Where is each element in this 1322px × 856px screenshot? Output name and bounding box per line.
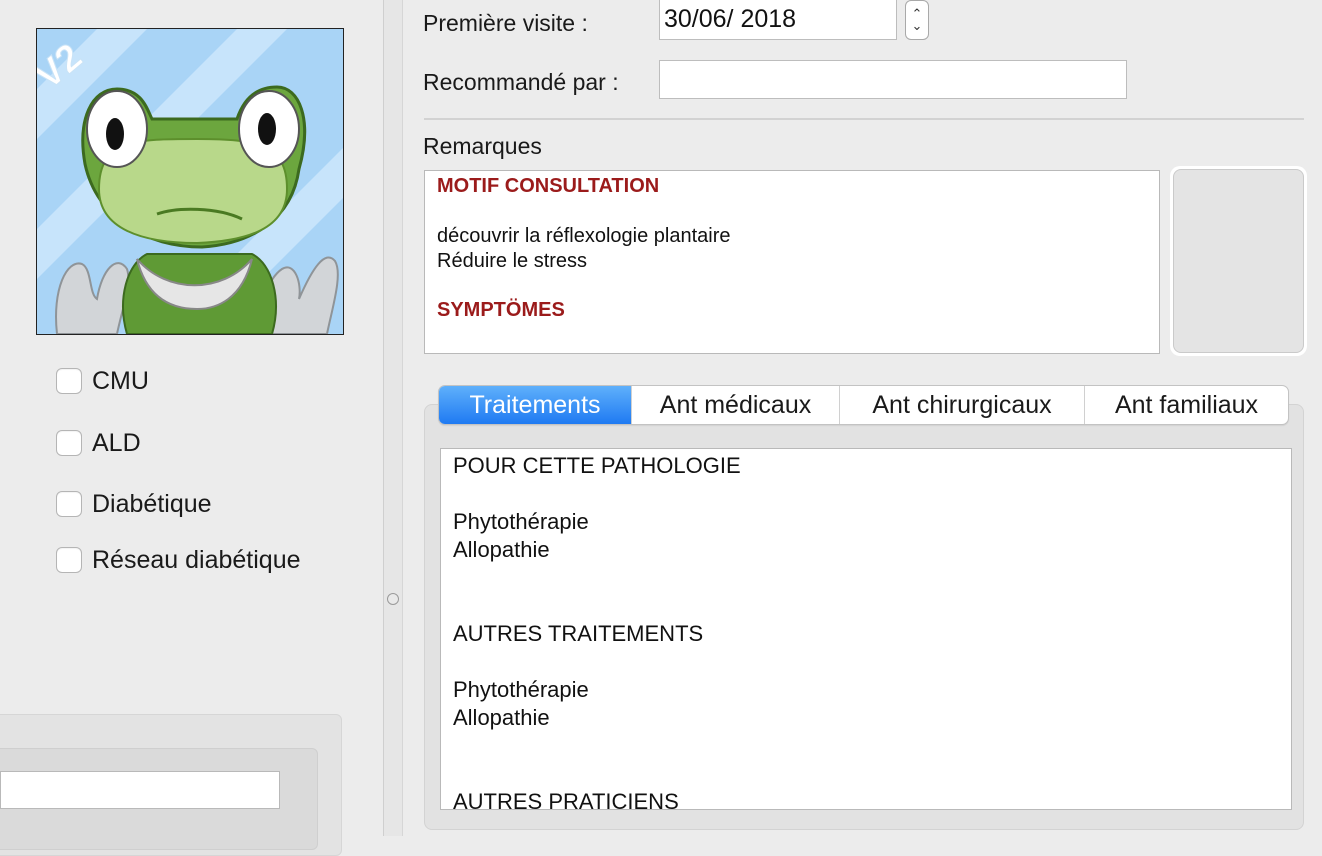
tab-traitements[interactable]: Traitements (439, 386, 632, 424)
treatment-line: Phytothérapie (453, 677, 589, 702)
remark-heading-motif: MOTIF CONSULTATION (437, 175, 660, 197)
cmu-checkbox[interactable] (56, 368, 82, 394)
tab-bar: Traitements Ant médicaux Ant chirurgicau… (438, 385, 1289, 425)
photo-placeholder[interactable] (1173, 169, 1304, 353)
remark-line: découvrir la réflexologie plantaire (437, 225, 731, 247)
diabetic-checkbox-row[interactable]: Diabétique (56, 490, 212, 518)
diabetic-network-checkbox[interactable] (56, 547, 82, 573)
treatment-line: POUR CETTE PATHOLOGIE (453, 453, 741, 478)
treatment-line: Allopathie (453, 537, 550, 562)
frog-mascot-icon: V2 (37, 29, 343, 334)
recommended-by-label: Recommandé par : (423, 69, 619, 95)
cmu-label: CMU (92, 366, 149, 395)
diabetic-network-label: Réseau diabétique (92, 545, 301, 574)
stepper-down-icon[interactable]: ⌄ (912, 19, 923, 32)
tab-ant-chirurgicaux[interactable]: Ant chirurgicaux (840, 386, 1085, 424)
cmu-checkbox-row[interactable]: CMU (56, 367, 149, 395)
tab-ant-medicaux[interactable]: Ant médicaux (632, 386, 840, 424)
treatment-line: AUTRES TRAITEMENTS (453, 621, 704, 646)
splitter-handle-icon[interactable] (387, 593, 399, 605)
treatment-line: AUTRES PRATICIENS (453, 789, 679, 810)
remark-heading-symptoms: SYMPTÖMES (437, 299, 565, 321)
date-stepper[interactable]: ⌃ ⌄ (905, 0, 929, 40)
first-visit-label: Première visite : (423, 10, 588, 36)
diabetic-label: Diabétique (92, 489, 212, 518)
remark-line: Réduire le stress (437, 250, 588, 272)
recommended-by-field[interactable] (659, 60, 1127, 99)
section-divider (424, 118, 1304, 120)
diabetic-checkbox[interactable] (56, 491, 82, 517)
patient-avatar[interactable]: V2 (36, 28, 344, 335)
diabetic-network-checkbox-row[interactable]: Réseau diabétique (56, 546, 301, 574)
treatments-text-area[interactable]: POUR CETTE PATHOLOGIE Phytothérapie Allo… (440, 448, 1292, 810)
bottom-text-field[interactable] (0, 771, 280, 809)
ald-checkbox[interactable] (56, 430, 82, 456)
ald-checkbox-row[interactable]: ALD (56, 429, 141, 457)
ald-label: ALD (92, 428, 141, 457)
treatment-line: Phytothérapie (453, 509, 589, 534)
treatment-line: Allopathie (453, 705, 550, 730)
tab-ant-familiaux[interactable]: Ant familiaux (1085, 386, 1288, 424)
first-visit-field[interactable]: 30/06/ 2018 (659, 0, 897, 40)
split-view-divider[interactable] (383, 0, 403, 836)
first-visit-value: 30/06/ 2018 (664, 5, 797, 33)
remarks-text-area[interactable]: MOTIF CONSULTATION découvrir la réflexol… (424, 170, 1160, 354)
remarks-label: Remarques (423, 133, 542, 159)
